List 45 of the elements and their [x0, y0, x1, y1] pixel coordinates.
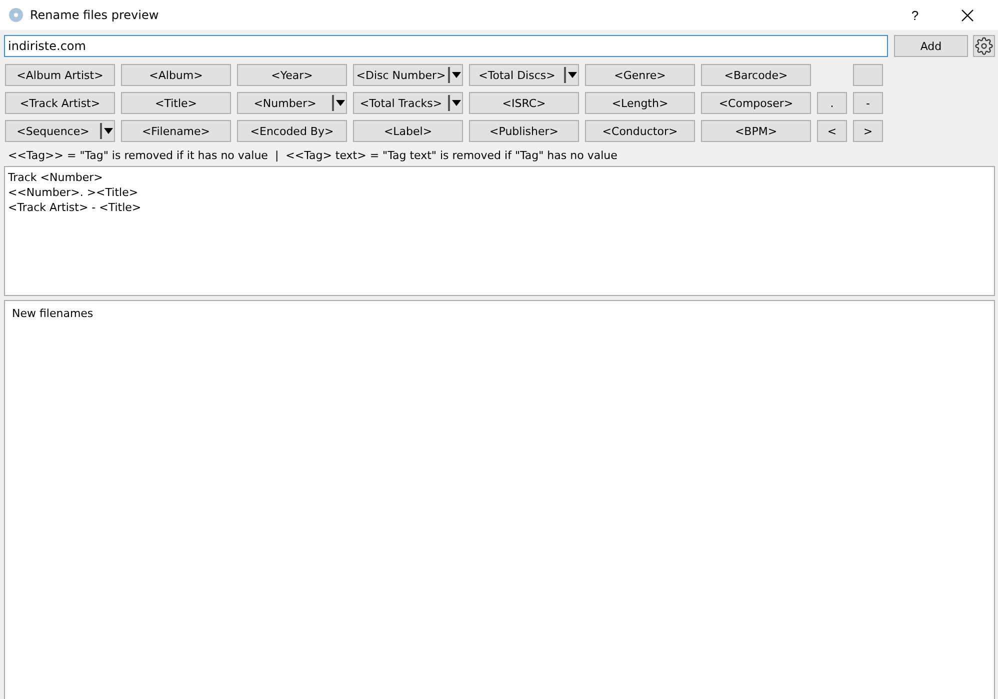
- caret-icon: [336, 100, 344, 106]
- help-button[interactable]: ?: [892, 0, 938, 30]
- tag-split-button[interactable]: <Disc Number>: [353, 64, 463, 86]
- caret-icon: [568, 72, 576, 78]
- tag-button[interactable]: <Album Artist>: [5, 64, 115, 86]
- list-header: New filenames: [12, 307, 94, 320]
- template-text-area[interactable]: Track <Number> <<Number>. ><Title> <Track Artist> - <Title>: [4, 166, 995, 296]
- tag-split-button[interactable]: <Number>: [237, 92, 347, 114]
- close-icon: [960, 8, 974, 22]
- caret-icon: [452, 100, 460, 106]
- tag-button[interactable]: -: [853, 92, 883, 114]
- tag-button[interactable]: <Album>: [121, 64, 231, 86]
- template-line: Track <Number>: [8, 170, 104, 185]
- settings-button[interactable]: [973, 35, 995, 57]
- tag-button[interactable]: <Track Artist>: [5, 92, 115, 114]
- preview-list[interactable]: New filenames: [4, 300, 995, 699]
- add-button[interactable]: Add: [894, 35, 968, 57]
- tag-button[interactable]: .: [817, 92, 847, 114]
- caret-icon: [452, 72, 460, 78]
- pattern-field[interactable]: indiriste.com: [4, 35, 888, 57]
- settings-icon: [975, 37, 993, 55]
- tag-button[interactable]: <Filename>: [121, 120, 231, 142]
- template-line: <<Number>. ><Title>: [8, 185, 140, 200]
- tag-split-button[interactable]: <Total Discs>: [469, 64, 579, 86]
- tag-button[interactable]: <Title>: [121, 92, 231, 114]
- tag-button[interactable]: <Encoded By>: [237, 120, 347, 142]
- tag-button[interactable]: <Length>: [585, 92, 695, 114]
- tag-button[interactable]: <Publisher>: [469, 120, 579, 142]
- tag-split-button[interactable]: <Sequence>: [5, 120, 115, 142]
- tag-button[interactable]: <Year>: [237, 64, 347, 86]
- tag-button[interactable]: <Conductor>: [585, 120, 695, 142]
- tag-button[interactable]: <: [817, 120, 847, 142]
- tag-button[interactable]: <Barcode>: [701, 64, 811, 86]
- tag-button[interactable]: <ISRC>: [469, 92, 579, 114]
- tag-split-button[interactable]: <Total Tracks>: [353, 92, 463, 114]
- syntax-hint: <<Tag>> = "Tag" is removed if it has no value | <<Tag> text> = "Tag text" is removed if "Tag" has no value: [8, 149, 618, 162]
- window-title: Rename files preview: [30, 8, 160, 22]
- caret-icon: [104, 128, 112, 134]
- template-line: <Track Artist> - <Title>: [8, 200, 142, 215]
- tag-button[interactable]: <Composer>: [701, 92, 811, 114]
- tag-button[interactable]: <Genre>: [585, 64, 695, 86]
- tag-button[interactable]: <BPM>: [701, 120, 811, 142]
- tag-button[interactable]: >: [853, 120, 883, 142]
- app-icon: [8, 7, 24, 23]
- tag-button[interactable]: <Label>: [353, 120, 463, 142]
